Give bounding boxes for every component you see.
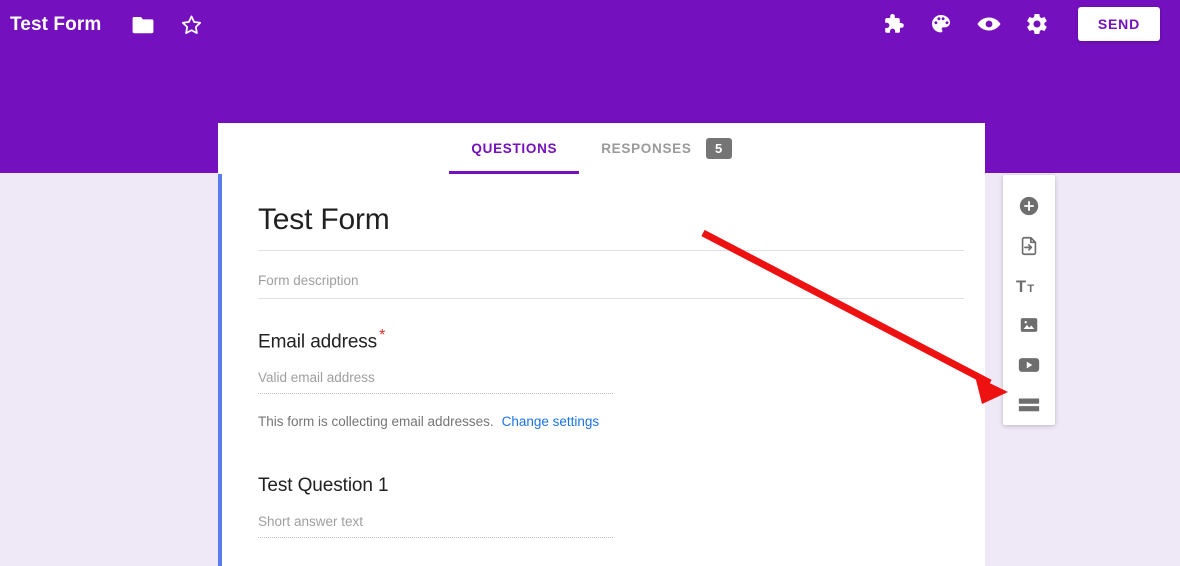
import-questions-icon[interactable] — [1009, 226, 1049, 266]
question-1-label[interactable]: Test Question 1 — [258, 475, 945, 497]
email-answer-input[interactable]: Valid email address — [258, 370, 613, 395]
change-settings-link[interactable]: Change settings — [502, 414, 600, 429]
google-forms-editor: Test Form SEND QUESTIONS RESPONSES 5 Tes… — [0, 0, 1180, 566]
required-asterisk: * — [379, 327, 386, 344]
add-item-toolbar: T T — [1003, 175, 1055, 425]
question-1-block: Test Question 1 Short answer text — [258, 475, 945, 539]
email-question-block: Email address * Valid email address This … — [258, 327, 945, 429]
form-description-underline — [258, 298, 964, 299]
tab-responses[interactable]: RESPONSES 5 — [579, 123, 753, 174]
header-left-group: Test Form — [10, 10, 223, 40]
puzzle-piece-icon[interactable] — [874, 6, 912, 42]
email-collection-note: This form is collecting email addresses.… — [258, 414, 945, 429]
star-icon[interactable] — [175, 9, 207, 41]
add-title-icon[interactable]: T T — [1009, 266, 1049, 306]
add-video-icon[interactable] — [1009, 345, 1049, 385]
tab-responses-label: RESPONSES — [601, 141, 692, 156]
add-question-icon[interactable] — [1009, 186, 1049, 226]
form-editor-card: Test Form Form description Email address… — [218, 174, 985, 566]
palette-icon[interactable] — [922, 6, 960, 42]
folder-icon[interactable] — [127, 9, 159, 41]
responses-count-badge: 5 — [705, 138, 732, 159]
document-title[interactable]: Test Form — [10, 14, 101, 36]
svg-text:T: T — [1027, 283, 1034, 295]
add-section-icon[interactable] — [1009, 385, 1049, 425]
form-title-field[interactable]: Test Form — [258, 202, 945, 250]
email-question-text: Email address — [258, 331, 378, 353]
question-1-answer-input[interactable]: Short answer text — [258, 514, 613, 539]
email-question-label: Email address * — [258, 327, 945, 353]
email-collection-note-text: This form is collecting email addresses. — [258, 414, 494, 430]
form-description-field[interactable]: Form description — [258, 251, 945, 298]
svg-text:T: T — [1016, 278, 1026, 296]
header-right-group: SEND — [864, 6, 1160, 42]
send-button[interactable]: SEND — [1077, 7, 1160, 41]
add-image-icon[interactable] — [1009, 305, 1049, 345]
eye-icon[interactable] — [970, 6, 1008, 42]
tab-questions[interactable]: QUESTIONS — [449, 123, 580, 174]
form-tab-bar: QUESTIONS RESPONSES 5 — [218, 123, 985, 174]
gear-icon[interactable] — [1018, 6, 1056, 42]
tab-questions-label: QUESTIONS — [471, 141, 558, 156]
